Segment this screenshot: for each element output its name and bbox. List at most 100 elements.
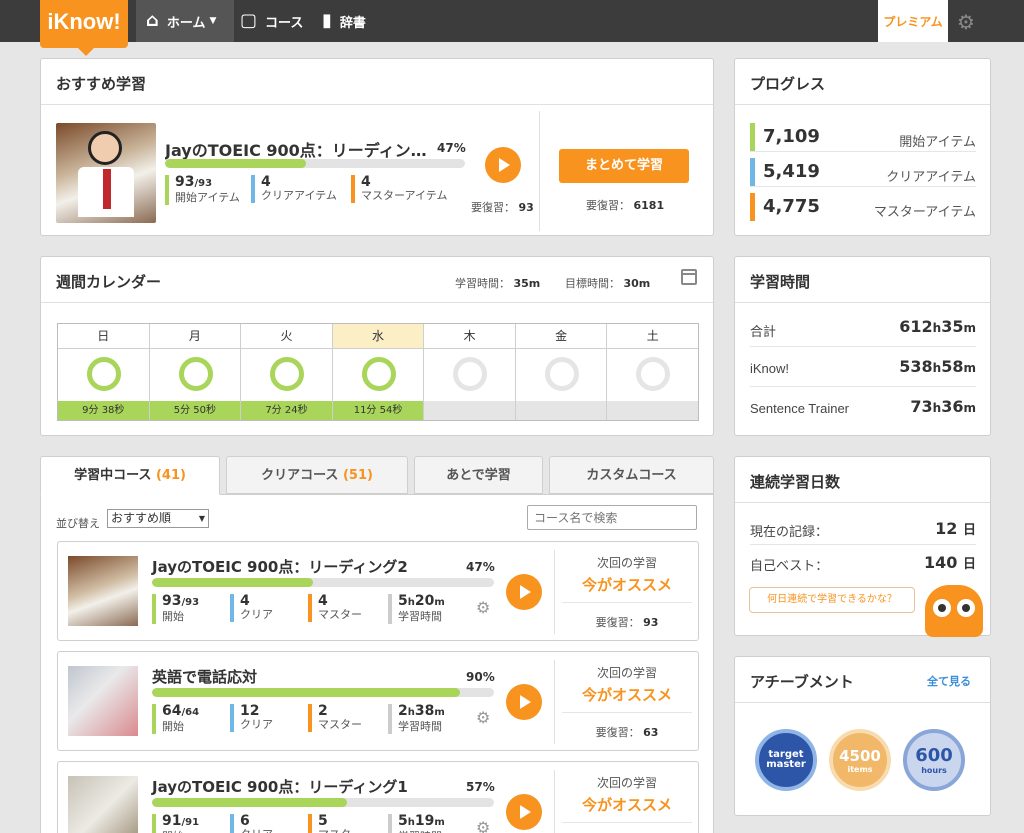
study-time-row: Sentence Trainer 73h36m xyxy=(750,387,976,427)
review-value: 63 xyxy=(643,726,659,739)
review-value: 93 xyxy=(643,616,659,629)
progress-row: 4,775 マスターアイテム xyxy=(750,189,976,222)
sort-select[interactable]: おすすめ順 xyxy=(107,509,209,528)
day-name: 月 xyxy=(149,324,241,349)
divider xyxy=(562,712,692,713)
gear-icon[interactable]: ⚙ xyxy=(957,10,975,34)
play-button[interactable] xyxy=(506,794,542,830)
tab-study-later[interactable]: あとで学習 xyxy=(414,456,543,494)
cleared-num: 6 xyxy=(240,813,250,829)
progress-row: 5,419 クリアアイテム xyxy=(750,154,976,187)
mastered-stat: 2 マスター xyxy=(308,704,362,732)
course-thumbnail[interactable] xyxy=(68,556,138,626)
calendar-day[interactable]: 水 11分 54秒 xyxy=(332,324,425,420)
recommended-percent: 47% xyxy=(437,141,466,155)
calendar-day[interactable]: 火 7分 24秒 xyxy=(241,324,333,420)
calendar-day[interactable]: 木 xyxy=(424,324,516,420)
course-settings-gear-icon[interactable]: ⚙ xyxy=(476,708,490,727)
streak-current-row: 現在の記録： 12 日 xyxy=(750,511,976,545)
nav-premium[interactable]: プレミアム xyxy=(878,0,948,42)
started-label: 開始 xyxy=(162,720,184,733)
course-thumbnail[interactable] xyxy=(56,123,156,223)
nav-course[interactable]: ▢ コース xyxy=(240,0,303,42)
top-navigation-bar: iKnow! ⌂ ホーム ▼ ▢ コース ▮ 辞書 プレミアム ⚙ xyxy=(0,0,1024,56)
items-4500-badge[interactable]: 4500 items xyxy=(829,729,891,791)
mastered-stat: 4 マスター xyxy=(308,594,362,622)
study-time-row: iKnow! 538h58m xyxy=(750,347,976,387)
chevron-down-icon: ▼ xyxy=(209,16,217,26)
mastered-label: マスター xyxy=(318,718,362,731)
target-master-badge[interactable]: target master xyxy=(755,729,817,791)
course-title[interactable]: JayのTOEIC 900点：リーディング2 xyxy=(152,556,408,577)
streak-best-label: 自己ベスト： xyxy=(750,559,829,574)
course-settings-gear-icon[interactable]: ⚙ xyxy=(476,598,490,617)
day-progress-ring-icon xyxy=(178,357,213,391)
course-thumbnail[interactable] xyxy=(68,666,138,736)
study-time-label: Sentence Trainer xyxy=(750,401,850,416)
tab-custom-courses[interactable]: カスタムコース xyxy=(549,456,714,494)
target-time-label: 目標時間： xyxy=(565,277,620,290)
review-count: 要復習： 93 xyxy=(471,199,534,215)
see-all-link[interactable]: 全て見る xyxy=(927,673,971,689)
hours: 612 xyxy=(899,317,933,336)
badge-line2: master xyxy=(766,759,806,770)
play-button[interactable] xyxy=(506,574,542,610)
cleared-items-stat: 4 クリアアイテム xyxy=(251,175,337,203)
day-name: 火 xyxy=(241,324,332,349)
hours-unit: h xyxy=(407,707,415,718)
owl-eye xyxy=(933,599,951,617)
course-search-input[interactable] xyxy=(527,505,697,530)
recommend-now: 今がオススメ xyxy=(581,796,672,814)
day-progress-ring-icon xyxy=(87,357,121,391)
hours-600-badge[interactable]: 600 hours xyxy=(903,729,965,791)
streak-best-value: 140 日 xyxy=(924,553,976,572)
started-stat: 64/64 開始 xyxy=(152,704,199,734)
badge-line2: items xyxy=(847,764,873,774)
day-progress-ring-icon xyxy=(453,357,488,391)
tab-cleared-courses[interactable]: クリアコース (51) xyxy=(226,456,408,494)
calendar-day[interactable]: 土 xyxy=(607,324,699,420)
day-study-time: 5分 50秒 xyxy=(149,401,241,420)
started-stat: 93/93 開始 xyxy=(152,594,199,624)
batch-study-button[interactable]: まとめて学習 xyxy=(559,149,689,183)
batch-review-value: 6181 xyxy=(633,199,665,212)
tab-label: あとで学習 xyxy=(446,468,511,483)
nav-home[interactable]: ⌂ ホーム ▼ xyxy=(136,0,234,42)
badge-line2: hours xyxy=(921,766,947,775)
tab-studying-courses[interactable]: 学習中コース (41) xyxy=(40,456,220,495)
progress-label: マスターアイテム xyxy=(873,205,976,220)
course-settings-gear-icon[interactable]: ⚙ xyxy=(476,818,490,833)
mastered-items-stat: 4 マスターアイテム xyxy=(351,175,447,203)
review-value: 93 xyxy=(518,201,534,214)
achievements-panel: アチーブメント 全て見る target master 4500 items 60… xyxy=(734,656,991,816)
calendar-day[interactable]: 日 9分 38秒 xyxy=(58,324,150,420)
course-percent: 57% xyxy=(466,780,495,794)
iknow-logo[interactable]: iKnow! xyxy=(40,0,128,56)
play-button[interactable] xyxy=(506,684,542,720)
time-hours: 2 xyxy=(398,703,408,719)
day-name: 日 xyxy=(58,324,149,349)
play-button[interactable] xyxy=(485,147,521,183)
divider xyxy=(562,822,692,823)
nav-dictionary[interactable]: ▮ 辞書 xyxy=(322,0,366,42)
tab-count: (51) xyxy=(342,468,373,483)
calendar-day[interactable]: 金 xyxy=(515,324,608,420)
course-title[interactable]: JayのTOEIC 900点：リーディング1 xyxy=(152,776,408,797)
day-study-time: 11分 54秒 xyxy=(332,401,424,420)
badge-line1: 600 xyxy=(915,745,953,766)
progress-value: 5,419 xyxy=(750,158,820,186)
tab-label: カスタムコース xyxy=(586,468,677,483)
started-den: /64 xyxy=(181,707,200,718)
course-thumbnail[interactable] xyxy=(68,776,138,833)
divider xyxy=(562,602,692,603)
calendar-icon[interactable] xyxy=(681,269,697,285)
streak-panel: 連続学習日数 現在の記録： 12 日 自己ベスト： 140 日 何日連続で学習で… xyxy=(734,456,991,637)
calendar-day[interactable]: 月 5分 50秒 xyxy=(149,324,242,420)
progress-fill xyxy=(152,578,313,587)
divider xyxy=(539,111,540,231)
streak-speech-bubble: 何日連続で学習できるかな？ xyxy=(749,587,915,613)
study-time-label: iKnow! xyxy=(750,361,790,376)
cleared-stat: 12 クリア xyxy=(230,704,273,732)
recommended-course-title[interactable]: JayのTOEIC 900点：リーディン… xyxy=(165,137,433,161)
course-title[interactable]: 英語で電話応対 xyxy=(152,666,257,687)
